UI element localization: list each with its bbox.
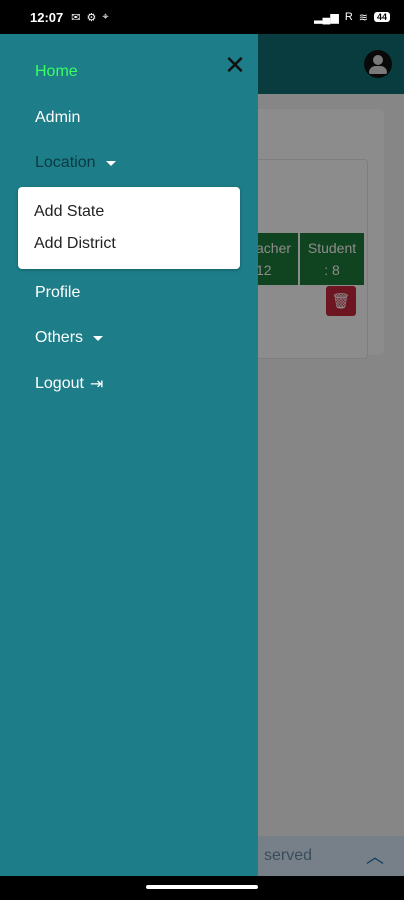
- logout-icon: ⇥: [89, 376, 104, 393]
- home-indicator[interactable]: [146, 885, 258, 889]
- gmail-icon: ✉: [71, 11, 81, 24]
- nav-item-label: Home: [35, 63, 78, 80]
- nav-item-location[interactable]: Location: [35, 154, 116, 172]
- nav-item-admin[interactable]: Admin: [35, 109, 80, 127]
- nav-item-label: Logout: [35, 375, 84, 392]
- caret-down-icon: [105, 160, 116, 166]
- status-right: ▂▄▆ R ≋ 44: [314, 11, 390, 24]
- nav-item-home[interactable]: Home: [35, 63, 78, 81]
- nav-item-label: Location: [35, 154, 96, 171]
- nav-drawer: ✕ Home Admin Location Add State Add Dist…: [0, 34, 258, 876]
- close-icon[interactable]: ✕: [220, 50, 250, 80]
- system-nav-bar: [0, 876, 404, 900]
- status-time: 12:07: [30, 9, 64, 25]
- battery-icon: 44: [373, 12, 390, 22]
- status-bar: 12:07 ✉ ⚙ ⌖ ▂▄▆ R ≋ 44: [0, 0, 404, 34]
- roaming-label: R: [344, 11, 353, 23]
- nav-item-others[interactable]: Others: [35, 329, 104, 347]
- status-left: 12:07 ✉ ⚙ ⌖: [30, 10, 109, 25]
- nav-item-label: Admin: [35, 109, 81, 126]
- nav-item-label: Profile: [35, 284, 81, 301]
- dropdown-item-add-district[interactable]: Add District: [34, 235, 116, 253]
- location-icon: ⌖: [102, 10, 109, 23]
- wifi-icon: ≋: [358, 11, 368, 24]
- dropdown-item-add-state[interactable]: Add State: [34, 203, 104, 221]
- signal-icon: ▂▄▆: [314, 11, 339, 24]
- nav-item-profile[interactable]: Profile: [35, 284, 80, 302]
- nav-item-label: Others: [35, 329, 84, 346]
- caret-down-icon: [93, 335, 104, 341]
- gear-icon: ⚙: [86, 11, 97, 24]
- status-icons-left: ✉ ⚙ ⌖: [71, 11, 108, 24]
- location-dropdown: Add State Add District: [18, 187, 240, 269]
- nav-item-logout[interactable]: Logout ⇥: [35, 374, 103, 394]
